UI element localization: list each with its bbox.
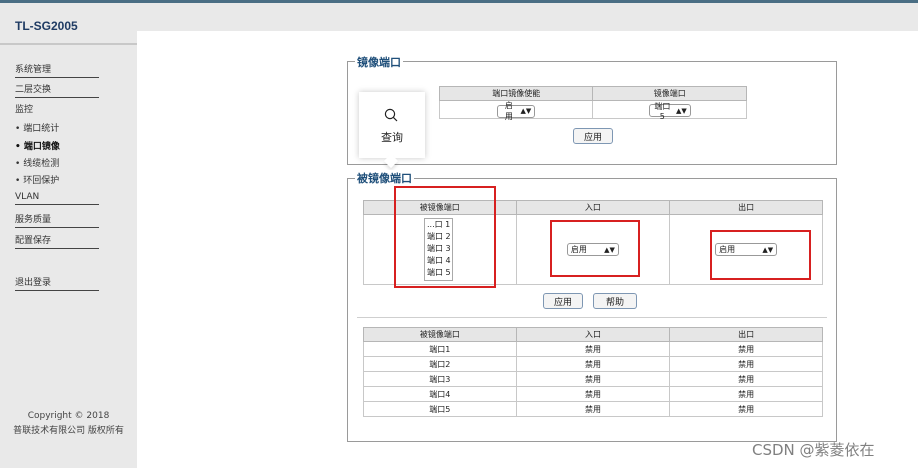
bullet: • xyxy=(15,124,21,134)
mirror-port-table: 端口镜像使能 镜像端口 启用 ▲▼ 端口 5 ▲▼ xyxy=(438,86,747,121)
table-row: 端口4 禁用 禁用 xyxy=(363,386,823,402)
brand-divider xyxy=(0,43,137,45)
sidebar-item-save-config[interactable]: 配置保存 xyxy=(15,233,99,249)
mirror-port-legend: 镜像端口 xyxy=(355,54,403,70)
annotation-box-port-list xyxy=(394,186,496,288)
sidebar-item-qos[interactable]: 服务质量 xyxy=(15,212,99,228)
mirrored-ports-legend: 被镜像端口 xyxy=(355,170,414,186)
sidebar-item-system[interactable]: 系统管理 xyxy=(15,62,99,78)
select-arrows-icon: ▲▼ xyxy=(675,106,687,115)
ingress-cell: 禁用 xyxy=(515,341,671,357)
brand-title: TL-SG2005 xyxy=(15,19,78,33)
table-row: 端口3 禁用 禁用 xyxy=(363,371,823,387)
annotation-box-egress xyxy=(710,230,811,280)
column-header: 入口 xyxy=(515,200,671,215)
bullet: • xyxy=(15,176,21,186)
column-header: 出口 xyxy=(669,327,823,342)
mirror-enable-select[interactable]: 启用 ▲▼ xyxy=(497,101,536,121)
watermark: CSDN @紫菱依在 xyxy=(752,441,875,459)
mirrored-apply-button[interactable]: 应用 xyxy=(543,293,583,309)
section-divider xyxy=(357,317,827,318)
port-cell: 端口 5 ▲▼ xyxy=(592,100,747,121)
column-header: 出口 xyxy=(669,200,823,215)
egress-cell: 禁用 xyxy=(669,386,823,402)
select-value: 端口 5 xyxy=(654,101,671,121)
port-cell: 端口3 xyxy=(363,371,517,387)
sidebar-item-vlan[interactable]: VLAN xyxy=(15,192,99,205)
egress-cell: 禁用 xyxy=(669,341,823,357)
copyright-owner: 普联技术有限公司 版权所有 xyxy=(13,426,124,436)
column-header: 入口 xyxy=(515,327,671,342)
ingress-cell: 禁用 xyxy=(515,386,671,402)
ingress-cell: 禁用 xyxy=(515,401,671,417)
table-row: 端口5 禁用 禁用 xyxy=(363,401,823,417)
copyright-line: Copyright © 2018 xyxy=(27,411,110,421)
port-cell: 端口1 xyxy=(363,341,517,357)
mirror-apply-button[interactable]: 应用 xyxy=(573,128,613,144)
search-popup[interactable]: 查询 xyxy=(359,92,425,169)
select-value: 启用 xyxy=(504,101,513,121)
column-header: 端口镜像使能 xyxy=(438,86,594,101)
sidebar-subitem-label: 线缆检测 xyxy=(23,159,60,169)
ingress-cell: 禁用 xyxy=(515,371,671,387)
select-arrows-icon: ▲▼ xyxy=(520,107,532,115)
egress-cell: 禁用 xyxy=(669,401,823,417)
sidebar-subitem-port-mirror[interactable]: • 端口镜像 xyxy=(15,139,60,152)
bullet: • xyxy=(15,159,21,169)
port-cell: 端口2 xyxy=(363,356,517,372)
column-header: 被镜像端口 xyxy=(363,327,517,342)
mirror-status-table: 被镜像端口 入口 出口 端口1 禁用 禁用 端口2 禁用 禁用 端口3 禁用 禁… xyxy=(363,327,823,417)
sidebar-subitem-port-stats[interactable]: • 端口统计 xyxy=(15,121,59,134)
bullet: • xyxy=(15,142,21,152)
sidebar-item-monitor[interactable]: 监控 xyxy=(15,102,33,115)
table-row: 端口2 禁用 禁用 xyxy=(363,356,823,372)
sidebar-subitem-label: 端口镜像 xyxy=(23,142,60,152)
port-cell: 端口4 xyxy=(363,386,517,402)
table-row: 端口1 禁用 禁用 xyxy=(363,341,823,357)
egress-cell: 禁用 xyxy=(669,356,823,372)
sidebar-subitem-label: 环回保护 xyxy=(23,176,60,186)
port-cell: 端口5 xyxy=(363,401,517,417)
column-header: 镜像端口 xyxy=(592,86,747,101)
sidebar-subitem-label: 端口统计 xyxy=(23,124,60,134)
sidebar-subitem-loop-protect[interactable]: • 环回保护 xyxy=(15,173,59,186)
search-label: 查询 xyxy=(381,131,403,144)
help-button[interactable]: 帮助 xyxy=(593,293,637,309)
popup-tail xyxy=(383,153,399,169)
mirror-port-select[interactable]: 端口 5 ▲▼ xyxy=(648,102,691,121)
egress-cell: 禁用 xyxy=(669,371,823,387)
annotation-box-ingress xyxy=(550,220,640,277)
search-icon xyxy=(384,108,398,122)
top-bar xyxy=(137,3,918,31)
ingress-cell: 禁用 xyxy=(515,356,671,372)
enable-cell: 启用 ▲▼ xyxy=(438,100,594,121)
sidebar-item-l2-switching[interactable]: 二层交换 xyxy=(15,82,99,98)
sidebar-item-logout[interactable]: 退出登录 xyxy=(15,275,99,291)
sidebar: TL-SG2005 系统管理 二层交换 监控 • 端口统计 • 端口镜像 • 线… xyxy=(0,3,137,468)
sidebar-subitem-cable-test[interactable]: • 线缆检测 xyxy=(15,156,59,169)
